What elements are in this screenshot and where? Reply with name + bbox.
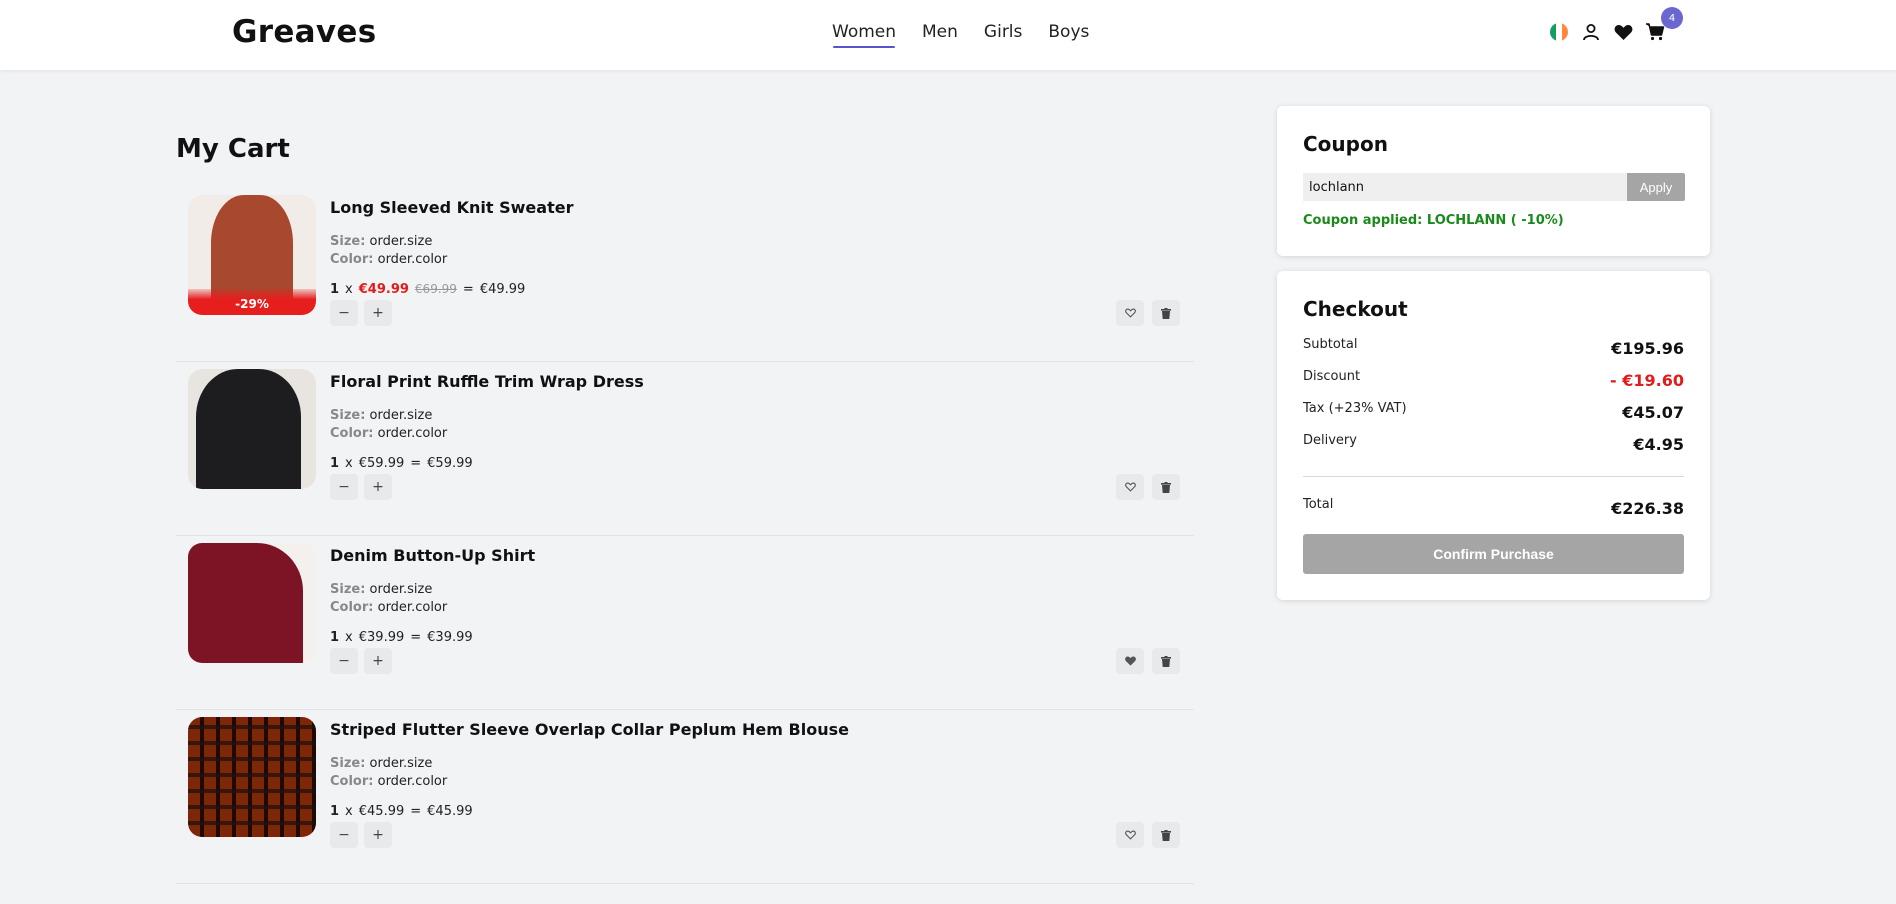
price-line: 1 x €49.99 €69.99 = €49.99 — [330, 282, 526, 297]
product-color: Color: order.color — [330, 600, 448, 615]
product-name[interactable]: Long Sleeved Knit Sweater — [330, 198, 573, 217]
quantity: 1 — [330, 804, 340, 819]
discount-badge: -29% — [188, 289, 316, 315]
cart-item: Floral Print Ruffle Trim Wrap Dress Size… — [176, 362, 1194, 536]
tax-label: Tax (+23% VAT) — [1303, 401, 1407, 416]
product-color: Color: order.color — [330, 426, 448, 441]
delivery-value: €4.95 — [1633, 435, 1684, 454]
quantity: 1 — [330, 456, 340, 471]
wishlist-heart-icon[interactable] — [1116, 822, 1144, 848]
unit-price: €45.99 — [358, 804, 405, 819]
increase-qty-button[interactable]: + — [364, 648, 392, 674]
wishlist-heart-icon[interactable] — [1116, 300, 1144, 326]
line-total: €59.99 — [427, 456, 473, 471]
quantity: 1 — [330, 630, 340, 645]
coupon-input[interactable] — [1303, 173, 1630, 201]
brand-logo[interactable]: Greaves — [232, 14, 376, 50]
total-value: €226.38 — [1611, 499, 1684, 518]
product-image[interactable] — [188, 369, 316, 489]
wishlist-heart-icon[interactable] — [1612, 21, 1634, 43]
nav-girls[interactable]: Girls — [984, 22, 1022, 48]
coupon-card: Coupon Apply Coupon applied: LOCHLANN ( … — [1277, 106, 1710, 256]
product-image[interactable] — [188, 543, 316, 663]
product-name[interactable]: Denim Button-Up Shirt — [330, 546, 535, 565]
subtotal-value: €195.96 — [1611, 339, 1684, 358]
delete-trash-icon[interactable] — [1152, 474, 1180, 500]
product-size: Size: order.size — [330, 582, 433, 597]
subtotal-label: Subtotal — [1303, 337, 1358, 352]
cart-item: -29% Long Sleeved Knit Sweater Size: ord… — [176, 188, 1194, 362]
line-total: €49.99 — [479, 282, 526, 297]
product-size: Size: order.size — [330, 234, 433, 249]
product-name[interactable]: Striped Flutter Sleeve Overlap Collar Pe… — [330, 720, 849, 739]
decrease-qty-button[interactable]: − — [330, 648, 358, 674]
main-nav: Women Men Girls Boys — [832, 22, 1089, 48]
tax-value: €45.07 — [1622, 403, 1684, 422]
sale-price: €49.99 — [358, 282, 409, 297]
cart-item: Striped Flutter Sleeve Overlap Collar Pe… — [176, 710, 1194, 884]
product-size: Size: order.size — [330, 408, 433, 423]
page-title: My Cart — [176, 134, 290, 164]
discount-value: - €19.60 — [1610, 371, 1684, 390]
decrease-qty-button[interactable]: − — [330, 300, 358, 326]
delete-trash-icon[interactable] — [1152, 822, 1180, 848]
checkout-card: Checkout Subtotal €195.96 Discount - €19… — [1277, 271, 1710, 600]
checkout-title: Checkout — [1303, 297, 1408, 321]
cart-count-badge: 4 — [1661, 7, 1683, 29]
discount-label: Discount — [1303, 369, 1361, 384]
ireland-flag-icon[interactable] — [1548, 21, 1570, 43]
quantity: 1 — [330, 282, 340, 297]
top-navbar: Greaves Women Men Girls Boys 4 — [0, 0, 1896, 70]
nav-men[interactable]: Men — [922, 22, 958, 48]
line-total: €39.99 — [427, 630, 473, 645]
product-color: Color: order.color — [330, 252, 448, 267]
increase-qty-button[interactable]: + — [364, 822, 392, 848]
header-icons: 4 — [1548, 7, 1683, 43]
apply-coupon-button[interactable]: Apply — [1627, 173, 1685, 201]
product-image[interactable]: -29% — [188, 195, 316, 315]
decrease-qty-button[interactable]: − — [330, 822, 358, 848]
wishlist-heart-filled-icon[interactable] — [1116, 648, 1144, 674]
confirm-purchase-button[interactable]: Confirm Purchase — [1303, 534, 1684, 574]
divider — [1303, 476, 1684, 477]
increase-qty-button[interactable]: + — [364, 474, 392, 500]
delete-trash-icon[interactable] — [1152, 648, 1180, 674]
total-label: Total — [1303, 497, 1334, 512]
price-line: 1 x €59.99 = €59.99 — [330, 456, 473, 471]
original-price: €69.99 — [414, 282, 457, 296]
nav-women[interactable]: Women — [832, 22, 896, 48]
delivery-label: Delivery — [1303, 433, 1357, 448]
line-total: €45.99 — [427, 804, 473, 819]
increase-qty-button[interactable]: + — [364, 300, 392, 326]
coupon-success-message: Coupon applied: LOCHLANN ( -10%) — [1303, 213, 1564, 228]
cart-list: -29% Long Sleeved Knit Sweater Size: ord… — [176, 188, 1194, 884]
delete-trash-icon[interactable] — [1152, 300, 1180, 326]
wishlist-heart-icon[interactable] — [1116, 474, 1144, 500]
price-line: 1 x €39.99 = €39.99 — [330, 630, 473, 645]
unit-price: €39.99 — [358, 630, 405, 645]
product-name[interactable]: Floral Print Ruffle Trim Wrap Dress — [330, 372, 644, 391]
product-size: Size: order.size — [330, 756, 433, 771]
decrease-qty-button[interactable]: − — [330, 474, 358, 500]
nav-boys[interactable]: Boys — [1048, 22, 1089, 48]
cart-item: Denim Button-Up Shirt Size: order.size C… — [176, 536, 1194, 710]
price-line: 1 x €45.99 = €45.99 — [330, 804, 473, 819]
unit-price: €59.99 — [358, 456, 405, 471]
coupon-title: Coupon — [1303, 132, 1388, 156]
product-color: Color: order.color — [330, 774, 448, 789]
user-icon[interactable] — [1580, 21, 1602, 43]
cart-icon[interactable]: 4 — [1644, 7, 1683, 43]
product-image[interactable] — [188, 717, 316, 837]
